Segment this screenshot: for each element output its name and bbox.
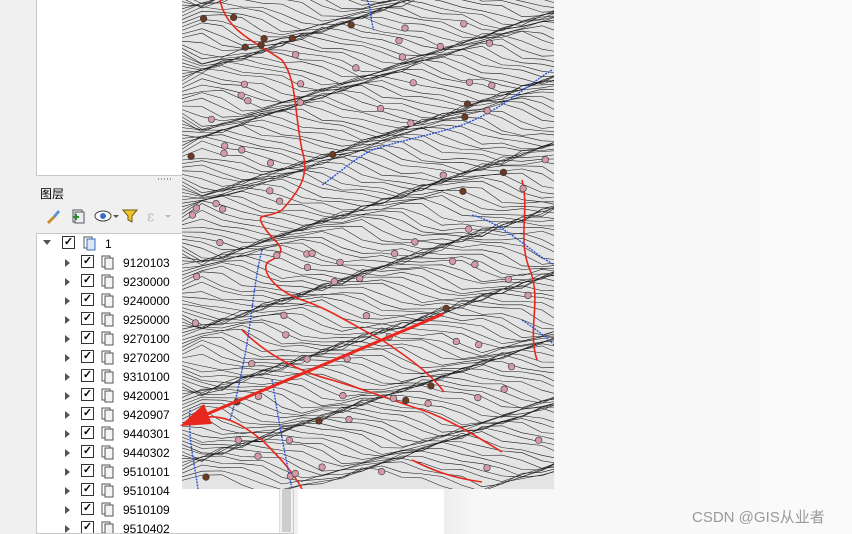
layer-icon [100, 501, 116, 517]
layer-visibility-checkbox[interactable]: ✓ [81, 464, 94, 477]
layer-name: 9420907 [123, 408, 170, 422]
layer-icon [100, 330, 116, 346]
layer-name: 9120103 [123, 256, 170, 270]
layer-visibility-checkbox[interactable]: ✓ [81, 521, 94, 533]
layer-name: 9510101 [123, 465, 170, 479]
layer-visibility-checkbox[interactable]: ✓ [81, 369, 94, 382]
layer-visibility-checkbox[interactable]: ✓ [81, 293, 94, 306]
expand-arrow-icon[interactable] [65, 411, 70, 419]
layer-name: 9440301 [123, 427, 170, 441]
watermark: CSDN @GIS从业者 [692, 509, 825, 526]
layer-visibility-checkbox[interactable]: ✓ [81, 350, 94, 363]
expand-arrow-icon[interactable] [65, 278, 70, 286]
expand-arrow-icon[interactable] [65, 335, 70, 343]
layer-icon [100, 292, 116, 308]
layer-icon [100, 273, 116, 289]
layer-visibility-checkbox[interactable]: ✓ [81, 331, 94, 344]
svg-text:ε: ε [147, 209, 154, 225]
layer-icon [100, 368, 116, 384]
layer-name: 9310100 [123, 370, 170, 384]
group-visibility-checkbox[interactable]: ✓ [62, 236, 75, 249]
layer-name: 9270200 [123, 351, 170, 365]
layer-visibility-checkbox[interactable]: ✓ [81, 483, 94, 496]
layers-panel-title: 图层 [40, 187, 65, 201]
add-group-icon[interactable] [69, 207, 87, 227]
expand-arrow-icon[interactable] [65, 449, 70, 457]
layer-row[interactable]: ✓ 9510109 [37, 500, 277, 519]
topographic-map[interactable] [182, 0, 554, 489]
layer-name: 9510104 [123, 484, 170, 498]
layer-visibility-checkbox[interactable]: ✓ [81, 407, 94, 420]
layer-icon [100, 406, 116, 422]
layer-icon [100, 463, 116, 479]
layer-icon [100, 349, 116, 365]
expand-arrow-icon[interactable] [65, 468, 70, 476]
expand-arrow-icon[interactable] [65, 373, 70, 381]
expand-arrow-icon[interactable] [65, 392, 70, 400]
layer-row[interactable]: ✓ 9510402 [37, 519, 277, 534]
layer-icon [100, 482, 116, 498]
layer-visibility-checkbox[interactable]: ✓ [81, 445, 94, 458]
layer-name: 9510109 [123, 503, 170, 517]
expand-arrow-icon[interactable] [65, 354, 70, 362]
style-brush-icon[interactable] [44, 207, 62, 227]
visibility-eye-icon[interactable] [94, 207, 120, 227]
layer-icon [100, 444, 116, 460]
expand-arrow-icon[interactable] [65, 506, 70, 514]
layer-name: 9510402 [123, 522, 170, 534]
layer-group-icon [82, 235, 98, 251]
layer-icon [100, 254, 116, 270]
layer-name: 9240000 [123, 294, 170, 308]
filter-icon[interactable] [122, 207, 138, 227]
expand-arrow-icon[interactable] [65, 430, 70, 438]
expand-arrow-icon[interactable] [65, 487, 70, 495]
layer-icon [100, 520, 116, 533]
layer-visibility-checkbox[interactable]: ✓ [81, 388, 94, 401]
expand-arrow-icon[interactable] [65, 259, 70, 267]
layer-name: 9230000 [123, 275, 170, 289]
layer-icon [100, 387, 116, 403]
layer-icon [100, 425, 116, 441]
collapse-arrow-icon[interactable] [43, 240, 51, 245]
layer-visibility-checkbox[interactable]: ✓ [81, 274, 94, 287]
layer-visibility-checkbox[interactable]: ✓ [81, 255, 94, 268]
group-name: 1 [105, 237, 112, 251]
layer-name: 9440302 [123, 446, 170, 460]
layer-visibility-checkbox[interactable]: ✓ [81, 426, 94, 439]
layer-name: 9250000 [123, 313, 170, 327]
layer-name: 9270100 [123, 332, 170, 346]
layer-name: 9420001 [123, 389, 170, 403]
layer-visibility-checkbox[interactable]: ✓ [81, 312, 94, 325]
layer-icon [100, 311, 116, 327]
expand-arrow-icon[interactable] [65, 525, 70, 533]
expand-arrow-icon[interactable] [65, 316, 70, 324]
layer-visibility-checkbox[interactable]: ✓ [81, 502, 94, 515]
expression-filter-icon[interactable]: ε [146, 207, 172, 227]
expand-arrow-icon[interactable] [65, 297, 70, 305]
